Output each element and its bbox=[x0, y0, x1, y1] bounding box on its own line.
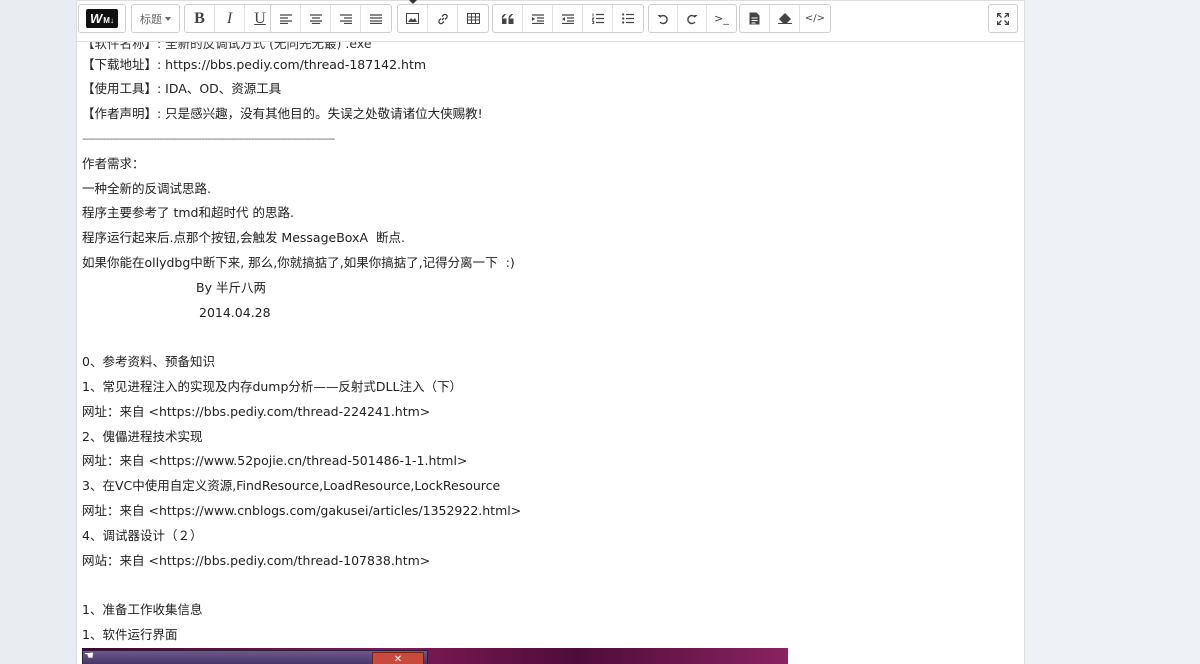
page-background-right bbox=[1025, 0, 1200, 664]
justify-button[interactable] bbox=[361, 5, 391, 32]
bold-icon: B bbox=[194, 9, 205, 27]
expand-icon bbox=[997, 12, 1009, 25]
outdent-icon bbox=[561, 13, 574, 24]
tools-group: </> bbox=[739, 4, 831, 33]
unordered-list-icon bbox=[622, 13, 634, 24]
heading-label: 标题 bbox=[140, 12, 162, 26]
undo-button[interactable] bbox=[649, 5, 678, 32]
align-center-icon bbox=[309, 13, 322, 24]
ordered-list-button[interactable] bbox=[583, 5, 613, 32]
reference-item: 2、傀儡进程技术实现 bbox=[82, 429, 203, 444]
italic-button[interactable]: I bbox=[215, 5, 245, 32]
history-group: >_ bbox=[648, 4, 737, 33]
insert-group bbox=[397, 4, 489, 33]
requirement-line: 如果你能在ollydbg中断下来, 那么,你就搞掂了,如果你搞掂了,记得分离一下… bbox=[82, 255, 515, 270]
align-right-button[interactable] bbox=[331, 5, 361, 32]
close-icon: ✕ bbox=[372, 652, 424, 664]
outdent-button[interactable] bbox=[553, 5, 583, 32]
image-icon bbox=[406, 13, 419, 24]
align-left-icon bbox=[279, 13, 292, 24]
cursor-icon: ☚ bbox=[84, 649, 94, 662]
code-button[interactable]: >_ bbox=[707, 5, 736, 32]
file-icon bbox=[749, 12, 760, 25]
requirement-title: 作者需求： bbox=[82, 156, 145, 171]
logo-mark: WM↓ bbox=[86, 9, 118, 28]
editor-content[interactable]: 【软件名称】: 全新的反调试方式 (无同先无最) .exe 【下载地址】: ht… bbox=[76, 42, 1025, 664]
text-style-group: B I U bbox=[184, 4, 276, 33]
section-item: 1、软件运行界面 bbox=[82, 627, 178, 642]
terminal-icon: >_ bbox=[714, 12, 729, 25]
table-button[interactable] bbox=[458, 5, 488, 32]
logo-suffix: M↓ bbox=[103, 16, 114, 25]
undo-icon bbox=[657, 14, 668, 24]
download-line: 【下载地址】: https://bbs.pediy.com/thread-187… bbox=[82, 57, 427, 72]
logo-text: W bbox=[90, 11, 103, 26]
bold-button[interactable]: B bbox=[185, 5, 215, 32]
fullscreen-button[interactable] bbox=[988, 4, 1018, 33]
page-background-left bbox=[0, 0, 76, 664]
template-button[interactable] bbox=[740, 5, 770, 32]
redo-button[interactable] bbox=[678, 5, 707, 32]
align-center-button[interactable] bbox=[301, 5, 331, 32]
align-right-icon bbox=[339, 13, 352, 24]
reference-url: 网址：来自 <https://bbs.pediy.com/thread-2242… bbox=[82, 404, 431, 419]
requirement-line: 程序运行起来后.点那个按钮,会触发 MessageBoxA 断点. bbox=[82, 230, 405, 245]
indent-button[interactable] bbox=[523, 5, 553, 32]
heading-dropdown[interactable]: 标题 bbox=[131, 4, 180, 33]
quote-button[interactable] bbox=[493, 5, 523, 32]
justify-icon bbox=[370, 13, 382, 24]
unordered-list-button[interactable] bbox=[613, 5, 643, 32]
align-left-button[interactable] bbox=[271, 5, 301, 32]
block-group bbox=[492, 4, 644, 33]
table-icon bbox=[466, 13, 480, 24]
html-button[interactable]: </> bbox=[800, 5, 830, 32]
image-button[interactable] bbox=[398, 5, 428, 32]
indent-icon bbox=[531, 13, 544, 24]
link-button[interactable] bbox=[428, 5, 458, 32]
clear-format-button[interactable] bbox=[770, 5, 800, 32]
chevron-down-icon bbox=[165, 16, 171, 21]
reference-title: 0、参考资料、预备知识 bbox=[82, 354, 215, 369]
underline-icon: U bbox=[254, 9, 266, 27]
reference-item: 1、常见进程注入的实现及内存dump分析——反射式DLL注入（下） bbox=[82, 379, 462, 394]
reference-item: 3、在VC中使用自定义资源,FindResource,LoadResource,… bbox=[82, 478, 501, 493]
separator-line: ----------------------------------------… bbox=[82, 132, 335, 145]
reference-url: 网址：来自 <https://www.cnblogs.com/gakusei/a… bbox=[82, 503, 522, 518]
statement-line: 【作者声明】: 只是感兴趣，没有其他目的。失误之处敬请诸位大侠赐教! bbox=[82, 106, 483, 121]
ordered-list-icon bbox=[591, 13, 604, 24]
eraser-icon bbox=[777, 13, 792, 24]
requirement-line: 一种全新的反调试思路. bbox=[82, 181, 211, 196]
requirement-line: 程序主要参考了 tmd和超时代 的思路. bbox=[82, 205, 294, 220]
embedded-screenshot: ✕ ☚ bbox=[82, 648, 788, 664]
clipped-text-line: 【软件名称】: 全新的反调试方式 (无同先无最) .exe bbox=[82, 42, 372, 51]
quote-icon bbox=[501, 13, 513, 24]
author-byline: By 半斤八两 bbox=[196, 280, 266, 295]
redo-icon bbox=[687, 14, 698, 24]
italic-icon: I bbox=[226, 9, 233, 27]
align-group bbox=[270, 4, 392, 33]
reference-url: 网址：来自 <https://www.52pojie.cn/thread-501… bbox=[82, 453, 468, 468]
tools-line: 【使用工具】: IDA、OD、资源工具 bbox=[82, 81, 282, 96]
html-icon: </> bbox=[804, 13, 826, 24]
link-icon bbox=[437, 13, 448, 24]
reference-url: 网站：来自 <https://bbs.pediy.com/thread-1078… bbox=[82, 553, 431, 568]
markdown-logo[interactable]: WM↓ bbox=[78, 4, 126, 33]
section-title: 1、准备工作收集信息 bbox=[82, 602, 203, 617]
reference-item: 4、调试器设计（２） bbox=[82, 528, 203, 543]
date-line: 2014.04.28 bbox=[199, 305, 271, 320]
